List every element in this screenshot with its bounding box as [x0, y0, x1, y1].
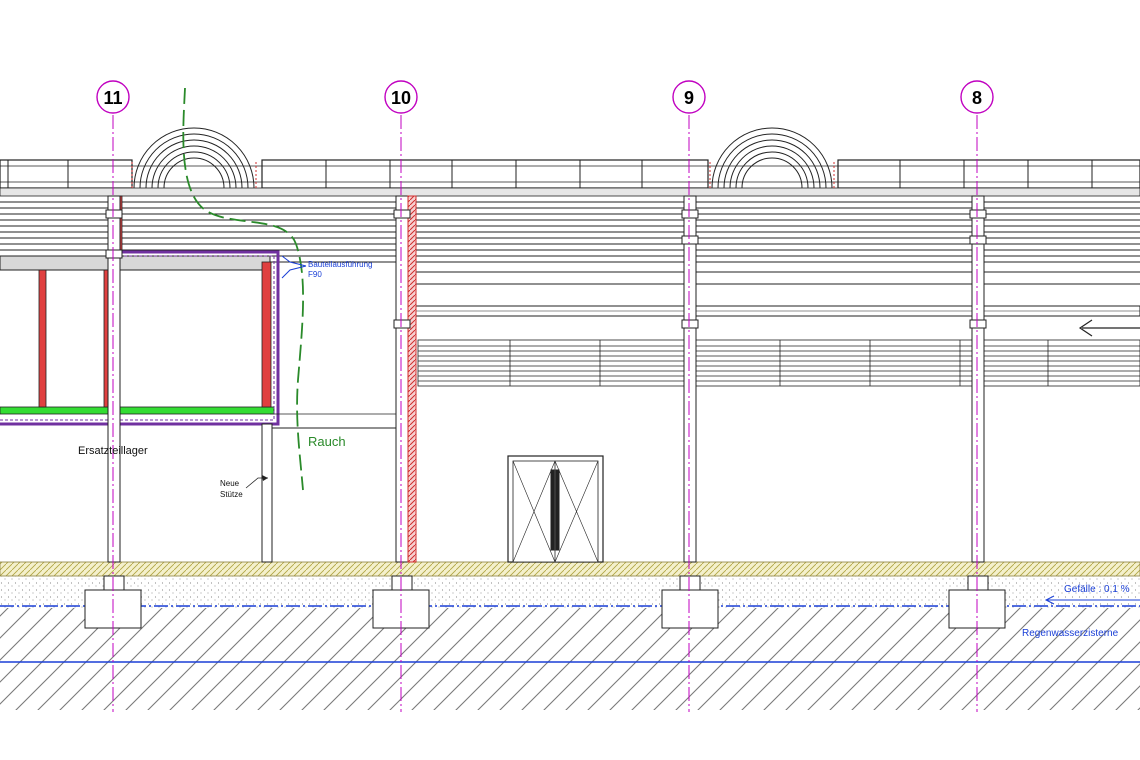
column-10	[395, 195, 409, 563]
axis-label-9: 9	[684, 88, 694, 108]
fire-wall-10	[407, 195, 417, 563]
foundation-9	[661, 589, 719, 629]
axis-label-10: 10	[391, 88, 411, 108]
smoke-path	[182, 87, 304, 491]
smoke-label: Rauch	[308, 434, 346, 449]
cistern-label: Regenwasserzisterne	[1022, 628, 1119, 639]
roof-fascia-middle	[261, 159, 709, 189]
fire-column-1	[38, 269, 47, 408]
roof-base-beam	[0, 187, 1140, 197]
mezzanine-beam	[0, 255, 271, 271]
window-band	[417, 339, 1140, 387]
new-column-line1: Neue	[220, 479, 240, 488]
new-column-line2: Stütze	[220, 490, 243, 499]
mezzanine	[0, 195, 400, 563]
slope-label: Gefälle : 0,1 %	[1064, 584, 1130, 595]
roof-fascia-left	[0, 159, 133, 189]
axis-label-8: 8	[972, 88, 982, 108]
skylight-arch-left	[131, 127, 257, 190]
crane-rail-beam	[409, 305, 1140, 317]
double-door	[507, 455, 604, 563]
fire-column-3	[261, 261, 272, 408]
floor-slab	[0, 561, 1140, 577]
fire-rating-line2: F90	[308, 270, 322, 279]
upper-louvres	[0, 201, 1140, 285]
new-column	[261, 423, 273, 563]
column-8	[971, 195, 985, 563]
column-9	[683, 195, 697, 563]
elevation-drawing: 11 10 9 8 Ersatzteillager Bauteilausführ…	[0, 80, 1140, 712]
roof-fascia-right	[837, 159, 1140, 189]
fire-rating-note: Bauteilausführung F90	[281, 255, 373, 279]
new-column-note: Neue Stütze	[220, 475, 268, 499]
fire-rating-line1: Bauteilausführung	[308, 260, 373, 269]
direction-arrow	[1078, 319, 1140, 337]
skylight-arch-right	[709, 127, 835, 190]
mezzanine-floor	[0, 406, 275, 415]
roof	[0, 127, 1140, 197]
room-label: Ersatzteillager	[78, 445, 148, 457]
axis-label-11: 11	[103, 88, 122, 108]
